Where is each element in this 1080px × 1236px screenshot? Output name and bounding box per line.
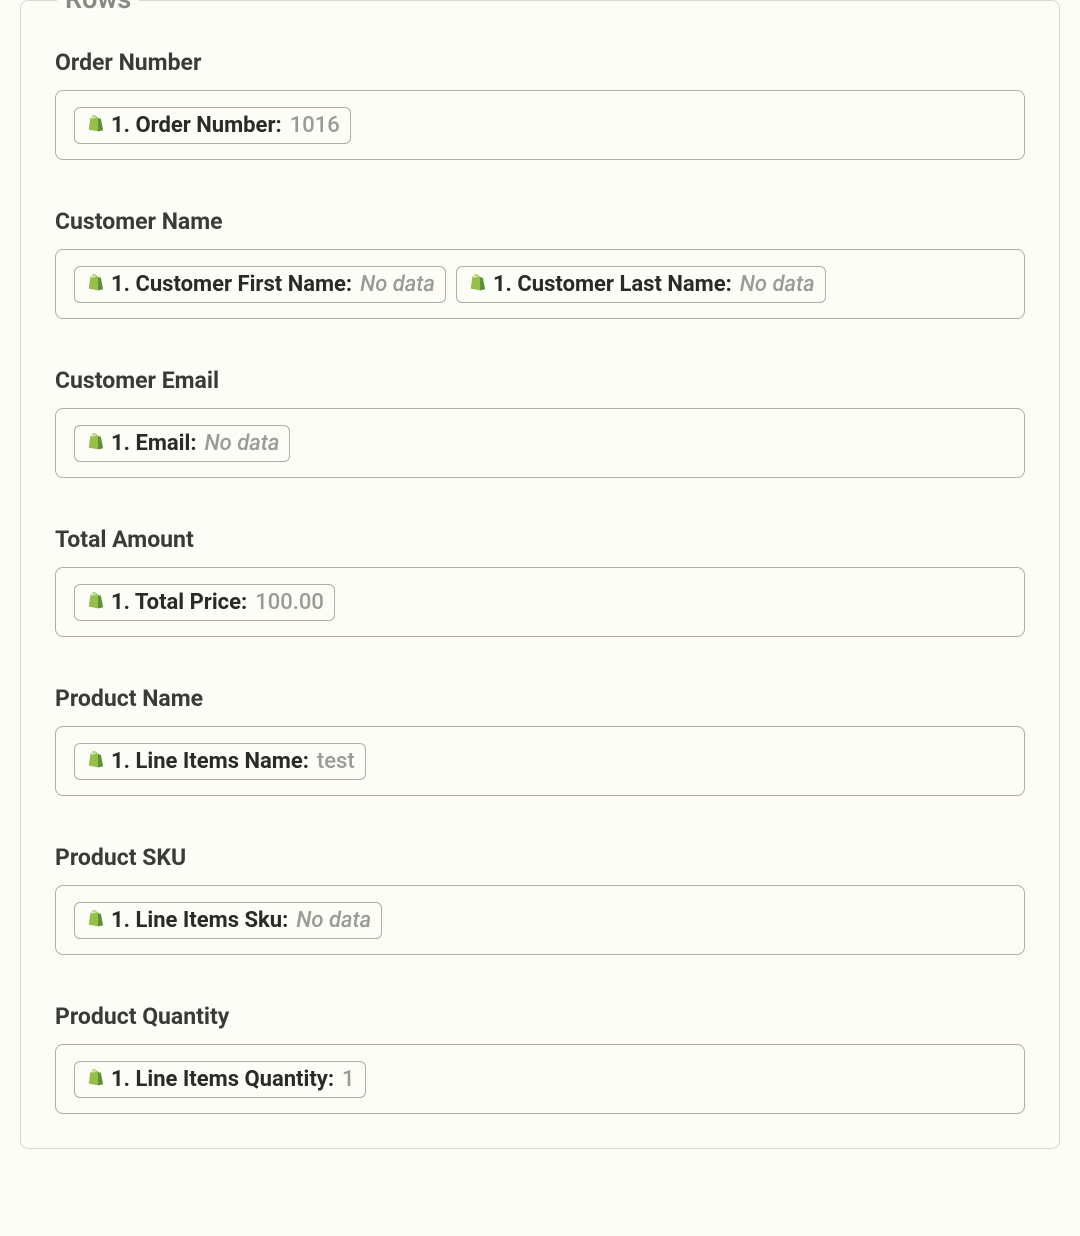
field-input-total-amount[interactable]: 1. Total Price: 100.00	[55, 567, 1025, 637]
pill-line-items-name[interactable]: 1. Line Items Name: test	[74, 743, 366, 780]
field-input-order-number[interactable]: 1. Order Number: 1016	[55, 90, 1025, 160]
pill-customer-last-name[interactable]: 1. Customer Last Name: No data	[456, 266, 826, 303]
pill-customer-first-name[interactable]: 1. Customer First Name: No data	[74, 266, 446, 303]
field-group-customer-email: Customer Email 1. Email: No data	[55, 367, 1025, 478]
pill-name: 1. Line Items Quantity:	[111, 1067, 334, 1092]
field-label-order-number: Order Number	[55, 49, 1025, 76]
fieldset-legend: Rows	[57, 0, 139, 15]
field-label-customer-email: Customer Email	[55, 367, 1025, 394]
field-group-customer-name: Customer Name 1. Customer First Name: No…	[55, 208, 1025, 319]
shopify-icon	[83, 273, 105, 295]
pill-name: 1. Customer Last Name:	[493, 272, 732, 297]
shopify-icon	[83, 1068, 105, 1090]
pill-email[interactable]: 1. Email: No data	[74, 425, 290, 462]
pill-name: 1. Email:	[111, 431, 197, 456]
pill-value: 100.00	[255, 590, 324, 615]
shopify-icon	[83, 591, 105, 613]
shopify-icon	[465, 273, 487, 295]
pill-value: No data	[740, 272, 815, 297]
field-input-customer-email[interactable]: 1. Email: No data	[55, 408, 1025, 478]
rows-fieldset: Rows Order Number 1. Order Number: 1016 …	[20, 0, 1060, 1149]
field-group-product-quantity: Product Quantity 1. Line Items Quantity:…	[55, 1003, 1025, 1114]
pill-value: 1016	[290, 113, 340, 138]
shopify-icon	[83, 114, 105, 136]
pill-line-items-sku[interactable]: 1. Line Items Sku: No data	[74, 902, 382, 939]
field-input-product-sku[interactable]: 1. Line Items Sku: No data	[55, 885, 1025, 955]
field-group-total-amount: Total Amount 1. Total Price: 100.00	[55, 526, 1025, 637]
pill-total-price[interactable]: 1. Total Price: 100.00	[74, 584, 335, 621]
pill-order-number[interactable]: 1. Order Number: 1016	[74, 107, 351, 144]
pill-name: 1. Total Price:	[111, 590, 247, 615]
field-input-customer-name[interactable]: 1. Customer First Name: No data 1. Custo…	[55, 249, 1025, 319]
pill-line-items-quantity[interactable]: 1. Line Items Quantity: 1	[74, 1061, 366, 1098]
field-input-product-quantity[interactable]: 1. Line Items Quantity: 1	[55, 1044, 1025, 1114]
pill-value: test	[317, 749, 355, 774]
field-label-product-sku: Product SKU	[55, 844, 1025, 871]
pill-value: 1	[342, 1067, 355, 1092]
field-group-order-number: Order Number 1. Order Number: 1016	[55, 49, 1025, 160]
pill-name: 1. Customer First Name:	[111, 272, 352, 297]
field-label-product-quantity: Product Quantity	[55, 1003, 1025, 1030]
shopify-icon	[83, 750, 105, 772]
shopify-icon	[83, 909, 105, 931]
pill-value: No data	[360, 272, 435, 297]
pill-value: No data	[296, 908, 371, 933]
field-group-product-name: Product Name 1. Line Items Name: test	[55, 685, 1025, 796]
pill-value: No data	[205, 431, 280, 456]
field-label-customer-name: Customer Name	[55, 208, 1025, 235]
pill-name: 1. Line Items Sku:	[111, 908, 288, 933]
field-group-product-sku: Product SKU 1. Line Items Sku: No data	[55, 844, 1025, 955]
field-input-product-name[interactable]: 1. Line Items Name: test	[55, 726, 1025, 796]
pill-name: 1. Order Number:	[111, 113, 282, 138]
shopify-icon	[83, 432, 105, 454]
pill-name: 1. Line Items Name:	[111, 749, 309, 774]
field-label-product-name: Product Name	[55, 685, 1025, 712]
field-label-total-amount: Total Amount	[55, 526, 1025, 553]
